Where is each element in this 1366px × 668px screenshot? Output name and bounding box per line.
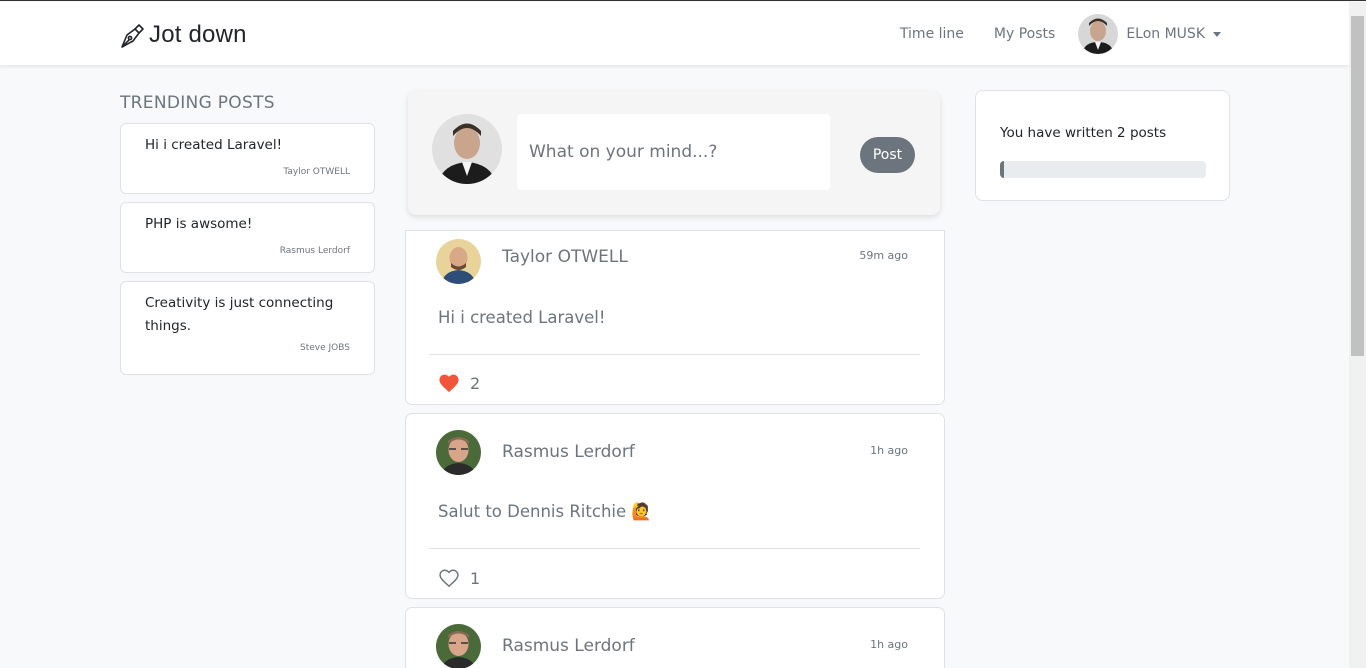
trending-post-author: Steve JOBS: [300, 343, 350, 353]
post-composer: Post: [408, 91, 940, 215]
post-author[interactable]: Taylor OTWELL: [502, 247, 628, 267]
post-card: Rasmus Lerdorf 1h ago: [405, 607, 945, 668]
post-timestamp: 59m ago: [859, 249, 908, 262]
trending-post-text: Creativity is just connecting things.: [145, 295, 334, 334]
avatar[interactable]: [436, 624, 481, 668]
avatar[interactable]: [436, 430, 481, 475]
pen-nib-icon: [119, 20, 145, 50]
scrollbar-thumb[interactable]: [1351, 16, 1364, 356]
trending-post-card[interactable]: Hi i created Laravel! Taylor OTWELL: [120, 123, 375, 194]
trending-post-card[interactable]: PHP is awsome! Rasmus Lerdorf: [120, 202, 375, 273]
posts-count-text: You have written 2 posts: [1000, 125, 1167, 141]
like-row: 2: [438, 373, 480, 393]
trending-post-text: PHP is awsome!: [145, 216, 253, 232]
trending-post-card[interactable]: Creativity is just connecting things. St…: [120, 281, 375, 375]
nav-links: Time line My Posts ELon MUSK: [870, 14, 1221, 54]
like-row: 1: [438, 568, 480, 588]
heart-outline-icon[interactable]: [438, 568, 460, 588]
user-menu-dropdown[interactable]: ELon MUSK: [1078, 14, 1221, 54]
navbar: Jot down Time line My Posts ELon MUSK: [0, 2, 1349, 66]
trending-title: TRENDING POSTS: [120, 93, 275, 113]
trending-post-text: Hi i created Laravel!: [145, 137, 283, 153]
brand-logo[interactable]: Jot down: [119, 20, 247, 50]
post-card: Rasmus Lerdorf 1h ago Salut to Dennis Ri…: [405, 413, 945, 599]
post-author[interactable]: Rasmus Lerdorf: [502, 636, 635, 656]
avatar[interactable]: [436, 239, 481, 284]
post-body: Hi i created Laravel!: [438, 308, 606, 327]
like-count: 1: [470, 568, 481, 588]
post-stats-card: You have written 2 posts: [975, 90, 1230, 201]
posts-progress-bar: [1000, 161, 1206, 178]
divider: [429, 354, 920, 355]
caret-down-icon: [1213, 31, 1221, 37]
nav-link-timeline[interactable]: Time line: [900, 26, 964, 42]
page-scrollbar[interactable]: [1349, 2, 1366, 668]
trending-post-author: Rasmus Lerdorf: [279, 246, 350, 256]
post-timestamp: 1h ago: [870, 638, 908, 651]
avatar: [432, 114, 502, 184]
trending-post-author: Taylor OTWELL: [283, 167, 350, 177]
post-author[interactable]: Rasmus Lerdorf: [502, 442, 635, 462]
post-card: Taylor OTWELL 59m ago Hi i created Larav…: [405, 230, 945, 405]
post-input[interactable]: [517, 114, 830, 190]
divider: [429, 548, 920, 549]
heart-filled-icon[interactable]: [438, 373, 460, 393]
avatar: [1078, 14, 1119, 54]
nav-link-my-posts[interactable]: My Posts: [994, 26, 1055, 42]
like-count: 2: [470, 373, 481, 393]
post-body: Salut to Dennis Ritchie 🙋: [438, 502, 652, 521]
post-button[interactable]: Post: [860, 137, 915, 173]
post-timestamp: 1h ago: [870, 444, 908, 457]
brand-name: Jot down: [149, 21, 247, 48]
user-name: ELon MUSK: [1126, 26, 1205, 42]
progress-fill: [1000, 161, 1005, 178]
